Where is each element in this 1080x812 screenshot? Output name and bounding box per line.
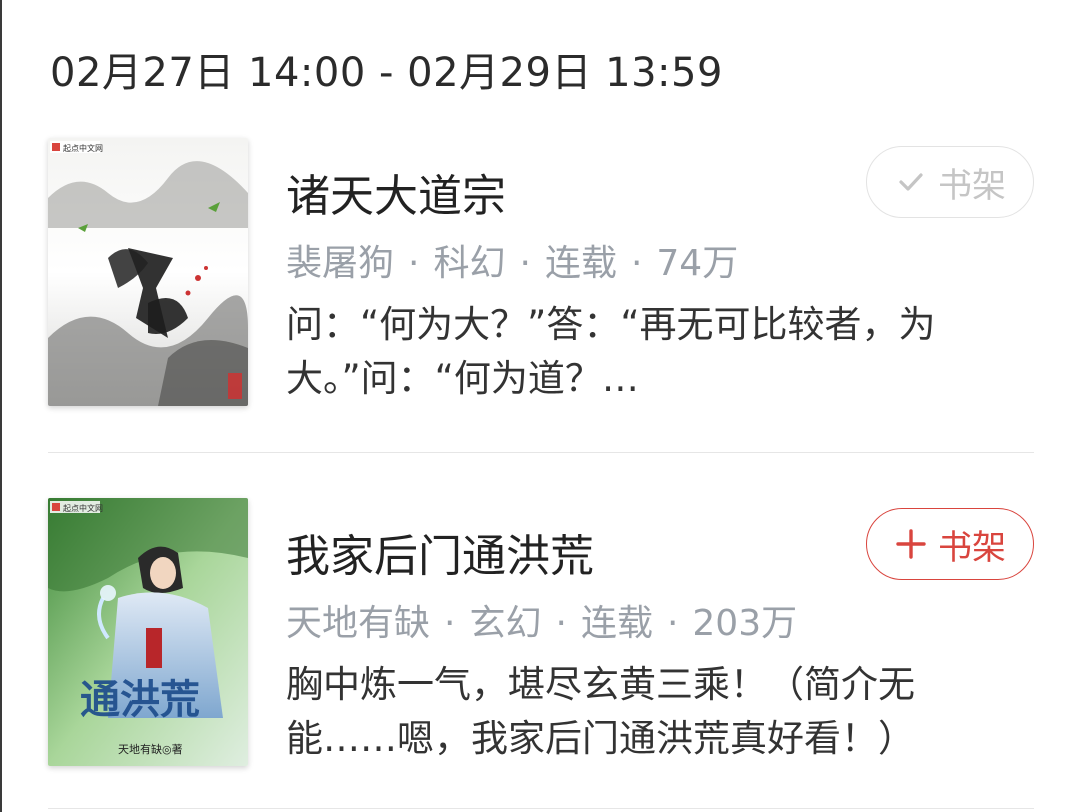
bookshelf-label: 书架 [938, 527, 1006, 568]
svg-text:天地有缺◎著: 天地有缺◎著 [118, 742, 183, 756]
book-intro: 胸中炼一气，堪尽玄黄三乘！（简介无能……嗯，我家后门通洪荒真好看！） [286, 663, 915, 760]
book-status: 连载 [544, 243, 617, 284]
book-title[interactable]: 我家后门通洪荒 [286, 520, 594, 584]
separator-dot: · [630, 243, 643, 284]
add-to-bookshelf-button[interactable]: 书架 [866, 508, 1034, 580]
separator-dot: · [519, 243, 531, 284]
book-title[interactable]: 诸天大道宗 [286, 160, 506, 224]
book-meta: 裴屠狗 · 科幻 · 连载 · 74万 [286, 234, 738, 286]
separator-dot: · [666, 603, 679, 644]
book-meta: 天地有缺 · 玄幻 · 连载 · 203万 [286, 594, 797, 646]
window-left-edge [0, 0, 2, 812]
separator-dot: · [444, 603, 456, 644]
svg-text:通洪荒: 通洪荒 [80, 676, 200, 723]
book-status: 连载 [580, 603, 653, 644]
separator-dot: · [408, 243, 420, 284]
bookshelf-label: 书架 [938, 165, 1006, 206]
book-card[interactable]: 起点中文网 诸天大道宗 裴屠狗 · 科幻 · 连载 · 74万 问：“何为大？”答：“再无可… [48, 138, 1034, 452]
svg-text:起点中文网: 起点中文网 [63, 143, 103, 153]
book-genre: 玄幻 [469, 603, 542, 644]
check-icon [894, 165, 928, 199]
separator-dot: · [555, 603, 567, 644]
book-author[interactable]: 天地有缺 [286, 603, 430, 644]
list-divider [48, 808, 1034, 809]
book-author[interactable]: 裴屠狗 [286, 243, 394, 284]
list-divider [48, 452, 1034, 453]
book-cover[interactable]: 起点中文网 [48, 138, 248, 406]
book-word-count: 203万 [692, 603, 798, 644]
date-range-header: 02月27日 14:00 - 02月29日 13:59 [50, 50, 723, 96]
book-cover[interactable]: 通洪荒 天地有缺◎著 起点中文网 [48, 498, 248, 766]
book-genre: 科幻 [433, 243, 506, 284]
bookshelf-added-button[interactable]: 书架 [866, 146, 1034, 218]
book-intro: 问：“何为大？”答：“再无可比较者，为大。”问：“何为道？… [286, 303, 936, 400]
plus-icon [894, 527, 928, 561]
svg-text:起点中文网: 起点中文网 [63, 503, 103, 513]
book-word-count: 74万 [656, 243, 739, 284]
book-card[interactable]: 通洪荒 天地有缺◎著 起点中文网 我家后门通洪荒 天地有缺 · 玄幻 · 连载 · 203万… [48, 498, 1034, 812]
